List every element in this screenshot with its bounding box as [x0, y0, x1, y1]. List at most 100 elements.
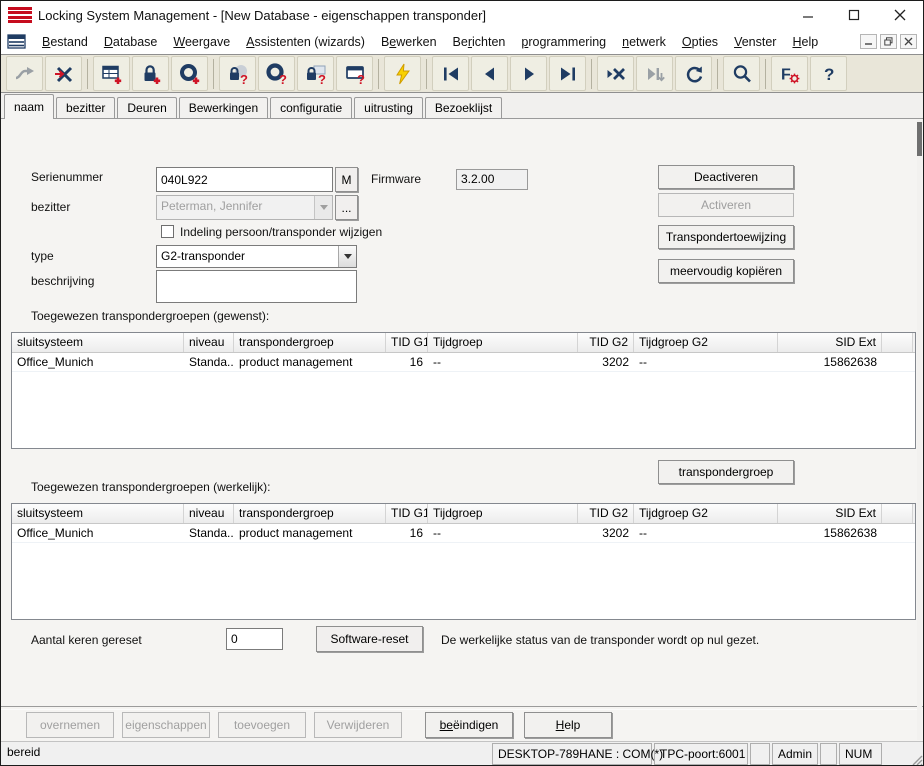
table-cell: 3202: [578, 524, 634, 542]
description-textarea[interactable]: [156, 270, 357, 303]
vertical-scrollbar[interactable]: [917, 120, 922, 740]
scrollbar-thumb[interactable]: [917, 122, 922, 156]
menu-item-venster[interactable]: Venster: [726, 32, 784, 52]
table-row[interactable]: Office_MunichStanda...product management…: [12, 524, 915, 543]
connect-button: [6, 56, 43, 91]
close-button[interactable]: [877, 2, 923, 28]
column-header-sluitsysteem[interactable]: sluitsysteem: [12, 333, 184, 352]
filter-button[interactable]: F: [771, 56, 808, 91]
new-lock-button[interactable]: [132, 56, 169, 91]
table-row[interactable]: Office_MunichStanda...product management…: [12, 353, 915, 372]
column-header-niveau[interactable]: niveau: [184, 333, 234, 352]
column-header-tijdgroep-g2[interactable]: Tijdgroep G2: [634, 333, 778, 352]
maximize-button[interactable]: [831, 2, 877, 28]
menu-item-post: rogrammering: [528, 35, 606, 49]
mdi-restore-button[interactable]: [880, 34, 897, 49]
new-transponder-button[interactable]: [171, 56, 208, 91]
column-header-transpondergroep[interactable]: transpondergroep: [234, 504, 386, 523]
wanted-groups-table[interactable]: sluitsysteemniveautranspondergroepTID G1…: [11, 332, 916, 449]
column-header-tijdgroep[interactable]: Tijdgroep: [428, 333, 578, 352]
svg-text:F: F: [781, 66, 791, 83]
toolbar-separator: [87, 59, 88, 89]
column-header-spacer[interactable]: [882, 333, 913, 352]
tab-deuren[interactable]: Deuren: [117, 97, 176, 118]
search-button[interactable]: [723, 56, 760, 91]
menu-item-help[interactable]: Help: [784, 32, 826, 52]
connect-icon: [14, 63, 36, 85]
column-header-sluitsysteem[interactable]: sluitsysteem: [12, 504, 184, 523]
menu-item-assistenten-wizards[interactable]: Assistenten (wizards): [238, 32, 373, 52]
column-header-tijdgroep-g2[interactable]: Tijdgroep G2: [634, 504, 778, 523]
actual-groups-label: Toegewezen transpondergroepen (werkelijk…: [31, 480, 270, 494]
mdi-close-button[interactable]: [900, 34, 917, 49]
menu-item-database[interactable]: Database: [96, 32, 166, 52]
read-transponder-button[interactable]: ?: [258, 56, 295, 91]
read-lock-button[interactable]: ?: [219, 56, 256, 91]
menu-item-weergave[interactable]: Weergave: [165, 32, 238, 52]
mdi-minimize-button[interactable]: [860, 34, 877, 49]
owner-dropdown-arrow-icon: [314, 196, 332, 219]
multi-copy-button[interactable]: meervoudig kopiëren: [658, 259, 794, 283]
m-button[interactable]: M: [335, 167, 358, 192]
tab-naam[interactable]: naam: [4, 94, 54, 119]
nav-prev-button[interactable]: [471, 56, 508, 91]
nav-first-button[interactable]: [432, 56, 469, 91]
menu-item-opties[interactable]: Opties: [674, 32, 726, 52]
help-button[interactable]: ?: [810, 56, 847, 91]
software-reset-button[interactable]: Software-reset: [316, 626, 423, 652]
type-combobox[interactable]: G2-transponder: [156, 245, 357, 268]
column-header-tid-g2[interactable]: TID G2: [578, 504, 634, 523]
new-locking-system-button[interactable]: [93, 56, 130, 91]
column-header-transpondergroep[interactable]: transpondergroep: [234, 333, 386, 352]
reset-count-input[interactable]: [226, 628, 283, 650]
help-button[interactable]: Help: [524, 712, 612, 738]
tab-bewerkingen[interactable]: Bewerkingen: [179, 97, 268, 118]
deactivate-button[interactable]: Deactiveren: [658, 165, 794, 189]
serial-input[interactable]: [156, 167, 333, 192]
read-window-button[interactable]: ?: [336, 56, 373, 91]
app-window: Locking System Management - [New Databas…: [0, 0, 924, 766]
button-label-pre: overnemen: [40, 718, 100, 732]
owner-browse-button[interactable]: ...: [335, 195, 358, 220]
nav-next-button[interactable]: [510, 56, 547, 91]
button-label-post: elp: [564, 718, 580, 732]
menu-item-netwerk[interactable]: netwerk: [614, 32, 674, 52]
reassign-checkbox[interactable]: [161, 225, 174, 238]
column-header-tid-g1[interactable]: TID G1: [386, 333, 428, 352]
table-cell: Standa...: [184, 353, 234, 371]
svg-text:?: ?: [357, 72, 365, 85]
menu-item-programmering[interactable]: programmering: [513, 32, 614, 52]
status-panels: DESKTOP-789HANE : COM(*)TPC-poort:6001Ad…: [491, 742, 883, 766]
program-flash-button[interactable]: [384, 56, 421, 91]
column-header-sid-ext[interactable]: SID Ext: [778, 504, 882, 523]
transponder-group-button[interactable]: transpondergroep: [658, 460, 794, 484]
menu-item-bestand[interactable]: Bestand: [34, 32, 96, 52]
menu-item-post: ssistenten (wizards): [255, 35, 365, 49]
resize-grip[interactable]: [883, 742, 923, 766]
column-header-tid-g1[interactable]: TID G1: [386, 504, 428, 523]
column-header-tid-g2[interactable]: TID G2: [578, 333, 634, 352]
be-indigen-button[interactable]: beëindigen: [425, 712, 513, 738]
minimize-button[interactable]: [785, 2, 831, 28]
menu-item-berichten[interactable]: Berichten: [445, 32, 514, 52]
column-header-tijdgroep[interactable]: Tijdgroep: [428, 504, 578, 523]
tab-bezitter[interactable]: bezitter: [56, 97, 115, 118]
abort-programming-button[interactable]: [597, 56, 634, 91]
actual-groups-table[interactable]: sluitsysteemniveautranspondergroepTID G1…: [11, 503, 916, 620]
tab-configuratie[interactable]: configuratie: [270, 97, 352, 118]
refresh-button[interactable]: [675, 56, 712, 91]
transponder-assignment-button[interactable]: Transpondertoewijzing: [658, 225, 794, 249]
column-header-sid-ext[interactable]: SID Ext: [778, 333, 882, 352]
maximize-icon: [848, 9, 860, 21]
title-bar: Locking System Management - [New Databas…: [1, 1, 923, 29]
tab-uitrusting[interactable]: uitrusting: [354, 97, 423, 118]
activate-button: Activeren: [658, 193, 794, 217]
menu-item-bewerken[interactable]: Bewerken: [373, 32, 445, 52]
tab-bezoeklijst[interactable]: Bezoeklijst: [425, 97, 502, 118]
column-header-spacer[interactable]: [882, 504, 913, 523]
read-lock-net-button[interactable]: ?: [297, 56, 334, 91]
disconnect-button[interactable]: [45, 56, 82, 91]
menu-item-post: elp: [802, 35, 819, 49]
column-header-niveau[interactable]: niveau: [184, 504, 234, 523]
nav-last-button[interactable]: [549, 56, 586, 91]
